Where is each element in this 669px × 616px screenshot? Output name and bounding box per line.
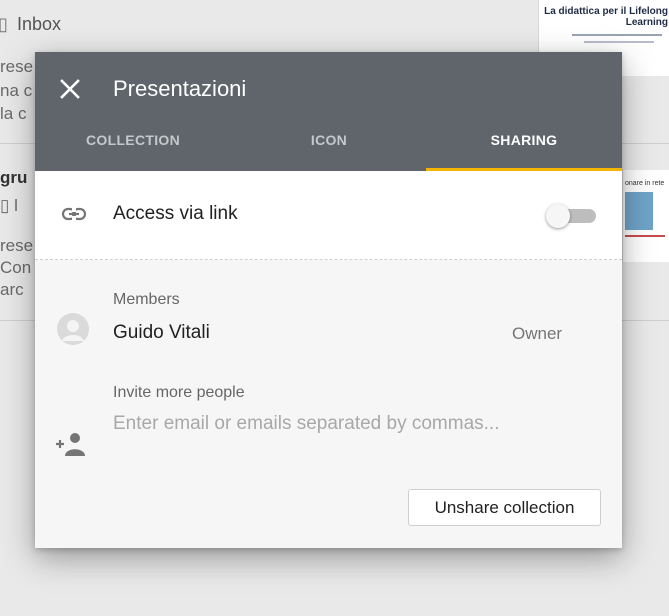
members-label: Members [113, 291, 180, 308]
background-thumbnail-image [625, 192, 653, 230]
background-text-fragment: la c [0, 104, 27, 123]
background-text-fragment: rese [0, 57, 34, 76]
tab-collection[interactable]: COLLECTION [35, 132, 231, 168]
background-thumbnail-line [584, 41, 654, 43]
access-via-link-row: Access via link [35, 171, 622, 259]
tab-icon[interactable]: ICON [231, 132, 427, 168]
background-thumbnail-line [572, 34, 662, 36]
background-checkbox: ▯ [0, 14, 8, 34]
member-role: Owner [512, 324, 563, 343]
avatar-placeholder-icon [57, 313, 89, 345]
unshare-collection-button[interactable]: Unshare collection [408, 489, 601, 526]
dialog-title: Presentazioni [113, 76, 247, 101]
member-name: Guido Vitali [113, 322, 210, 343]
background-thumbnail: onare in rete [622, 170, 669, 262]
sharing-members-section: Members Guido Vitali Owner Invite more p… [35, 260, 622, 548]
background-text-fragment: rese [0, 236, 34, 255]
close-icon [60, 79, 80, 99]
add-person-icon [56, 433, 85, 456]
link-icon [61, 207, 87, 221]
background-thumbnail-line [625, 235, 665, 237]
collection-settings-dialog: Presentazioni COLLECTION ICON SHARING Ac… [35, 52, 622, 548]
toggle-thumb [546, 204, 570, 228]
tab-sharing[interactable]: SHARING [426, 132, 622, 168]
background-text-fragment: na c [0, 81, 33, 100]
access-via-link-label: Access via link [113, 203, 238, 224]
background-thumbnail-text: onare in rete [625, 180, 665, 187]
background-inbox-label: Inbox [17, 14, 62, 34]
background-thumbnail-title: La didattica per il Lifelong Learning [544, 6, 668, 28]
background-text-fragment: gru [0, 168, 28, 187]
background-text-fragment: arc [0, 280, 24, 299]
dialog-header: Presentazioni COLLECTION ICON SHARING [35, 52, 622, 171]
access-via-link-toggle[interactable] [542, 204, 602, 228]
close-button[interactable] [55, 74, 85, 104]
invite-label: Invite more people [113, 384, 245, 401]
avatar [57, 313, 89, 345]
background-text-fragment: Con [0, 258, 32, 277]
background-text-fragment: ▯ l [0, 196, 18, 215]
invite-email-input[interactable] [111, 408, 585, 440]
